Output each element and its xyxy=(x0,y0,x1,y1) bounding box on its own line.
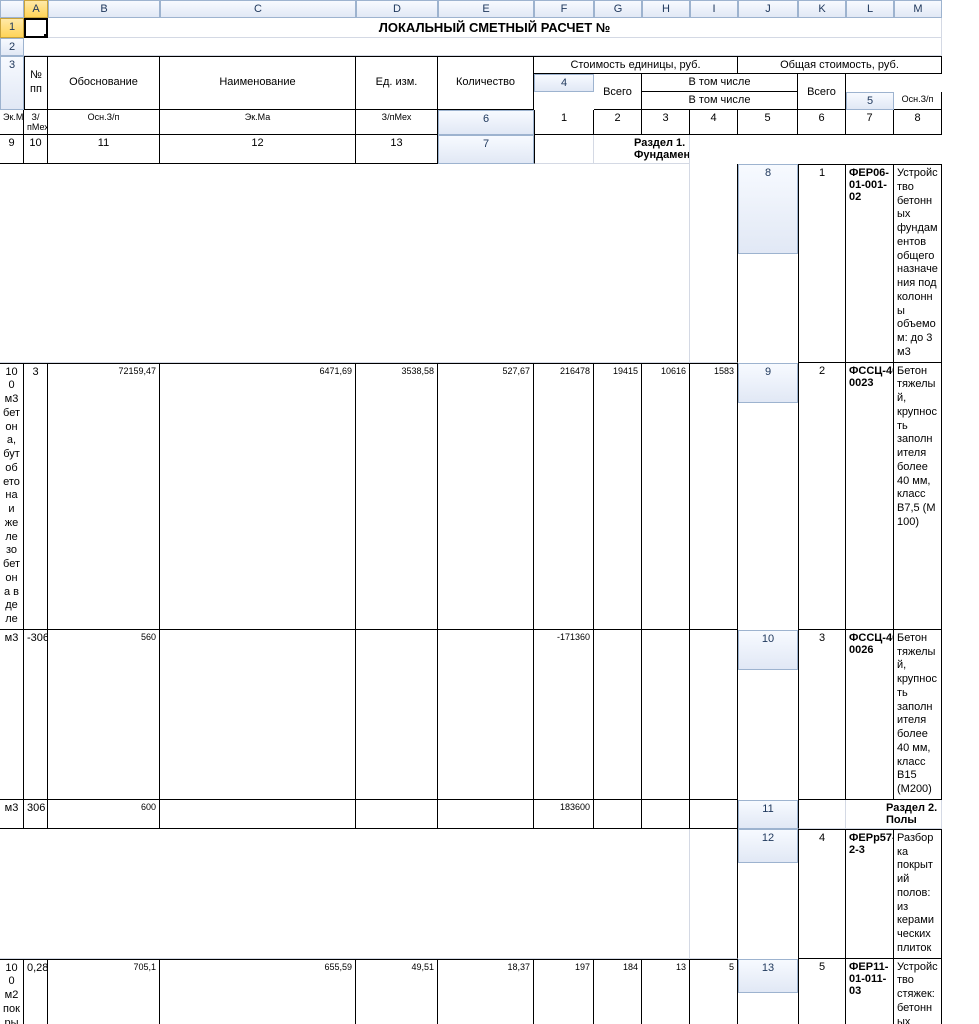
row-unit: м3 xyxy=(0,630,24,800)
col-header-C[interactable]: C xyxy=(160,0,356,18)
colnum-11: 11 xyxy=(48,135,160,164)
row-unit: 100 м2 покрытия xyxy=(0,959,24,1024)
row-qty: 306 xyxy=(24,800,48,829)
colnum-6: 6 xyxy=(798,110,846,135)
col-header-I[interactable]: I xyxy=(690,0,738,18)
colnum-4: 4 xyxy=(690,110,738,135)
table-row: 2 xyxy=(798,363,846,630)
col-header-A[interactable]: A xyxy=(24,0,48,18)
row-qty: 0,28 xyxy=(24,959,48,1024)
row-header-9[interactable]: 9 xyxy=(738,363,798,403)
th-incl-1: В том числе xyxy=(642,74,798,92)
col-header-E[interactable]: E xyxy=(438,0,534,18)
th-unit: Ед. изм. xyxy=(356,56,438,110)
row-code: ФССЦ-401-0026 xyxy=(846,630,894,800)
spreadsheet-grid[interactable]: A B C D E F G H I J K L M 1 ЛОКАЛЬНЫЙ СМ… xyxy=(0,0,979,1024)
th-zpmex-2: З/пМех xyxy=(356,110,438,135)
col-header-H[interactable]: H xyxy=(642,0,690,18)
colnum-7: 7 xyxy=(846,110,894,135)
th-basis: Обоснование xyxy=(48,56,160,110)
th-total-2: Всего xyxy=(798,74,846,110)
section2-pad xyxy=(798,800,846,829)
row-header-8[interactable]: 8 xyxy=(738,164,798,254)
row-name: Устройство стяжек: бетонных толщиной 20 … xyxy=(894,959,942,1024)
table-row: 5 xyxy=(798,959,846,1024)
row-header-7[interactable]: 7 xyxy=(438,135,534,164)
col-header-K[interactable]: K xyxy=(798,0,846,18)
th-osn-1: Осн.З/п xyxy=(894,92,942,110)
th-qty: Количество xyxy=(438,56,534,110)
section1-title: Раздел 1. Фундаменты xyxy=(594,135,690,164)
row-header-11[interactable]: 11 xyxy=(738,800,798,829)
row-code: ФЕР06-01-001-02 xyxy=(846,164,894,363)
row-header-13[interactable]: 13 xyxy=(738,959,798,993)
col-header-J[interactable]: J xyxy=(738,0,798,18)
row-unit: 100 м3 бетона, бутобетона и железобетона… xyxy=(0,363,24,630)
row-header-5[interactable]: 5 xyxy=(846,92,894,110)
colnum-5: 5 xyxy=(738,110,798,135)
row-header-12[interactable]: 12 xyxy=(738,829,798,863)
active-cell-A1[interactable] xyxy=(24,18,48,38)
row-header-4[interactable]: 4 xyxy=(534,74,594,92)
row-code: ФЕРр57-2-3 xyxy=(846,829,894,959)
spacer-row xyxy=(24,38,942,56)
colnum-12: 12 xyxy=(160,135,356,164)
col-header-F[interactable]: F xyxy=(534,0,594,18)
row-header-2[interactable]: 2 xyxy=(0,38,24,56)
row-header-3[interactable]: 3 xyxy=(0,56,24,110)
select-all-corner[interactable] xyxy=(0,0,24,18)
row-header-10[interactable]: 10 xyxy=(738,630,798,670)
row-code: ФЕР11-01-011-03 xyxy=(846,959,894,1024)
row-header-1[interactable]: 1 xyxy=(0,18,24,38)
row-unit: м3 xyxy=(0,800,24,829)
th-ekma-2: Эк.Ма xyxy=(160,110,356,135)
colnum-13: 13 xyxy=(356,135,438,164)
col-header-D[interactable]: D xyxy=(356,0,438,18)
colnum-1: 1 xyxy=(534,110,594,135)
th-incl-2: В том числе xyxy=(642,92,798,110)
th-num: № пп xyxy=(24,56,48,110)
th-unit-cost: Стоимость единицы, руб. xyxy=(534,56,738,74)
col-header-M[interactable]: M xyxy=(894,0,942,18)
th-osn-2: Осн.З/п xyxy=(48,110,160,135)
row-code: ФССЦ-401-0023 xyxy=(846,363,894,630)
th-zpmex-1: З/пМех xyxy=(24,110,48,135)
col-header-G[interactable]: G xyxy=(594,0,642,18)
colnum-2: 2 xyxy=(594,110,642,135)
table-row: 1 xyxy=(798,164,846,363)
section1-pad xyxy=(534,135,594,164)
row-qty: -306 xyxy=(24,630,48,800)
row-name: Бетон тяжелый, крупность заполнителя бол… xyxy=(894,630,942,800)
th-name: Наименование xyxy=(160,56,356,110)
row-name: Устройство бетонных фундаментов общего н… xyxy=(894,164,942,363)
col-header-B[interactable]: B xyxy=(48,0,160,18)
row-header-6[interactable]: 6 xyxy=(438,110,534,135)
row-qty: 3 xyxy=(24,363,48,630)
table-row: 3 xyxy=(798,630,846,800)
th-total-1: Всего xyxy=(594,74,642,110)
row-name: Разборка покрытий полов: из керамических… xyxy=(894,829,942,959)
document-title: ЛОКАЛЬНЫЙ СМЕТНЫЙ РАСЧЕТ № xyxy=(48,18,942,38)
row-name: Бетон тяжелый, крупность заполнителя бол… xyxy=(894,363,942,630)
th-ekma-1: Эк.Ма xyxy=(0,110,24,135)
section2-title: Раздел 2. Полы xyxy=(846,800,942,829)
th-total-cost: Общая стоимость, руб. xyxy=(738,56,942,74)
colnum-3: 3 xyxy=(642,110,690,135)
colnum-10: 10 xyxy=(24,135,48,164)
colnum-8: 8 xyxy=(894,110,942,135)
colnum-9: 9 xyxy=(0,135,24,164)
col-header-L[interactable]: L xyxy=(846,0,894,18)
table-row: 4 xyxy=(798,829,846,959)
